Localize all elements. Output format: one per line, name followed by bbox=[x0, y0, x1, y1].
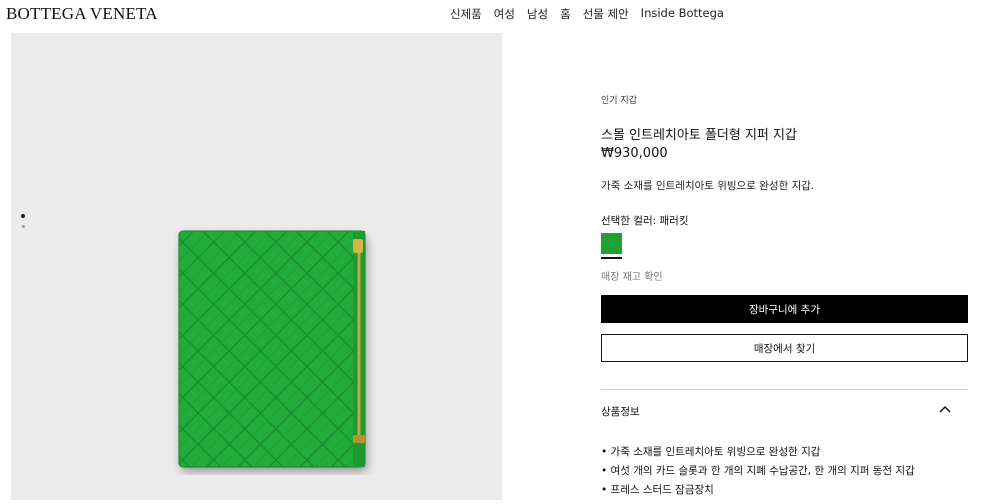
product-category[interactable]: 인기 지갑 bbox=[601, 93, 637, 106]
swatch-selected-indicator bbox=[601, 257, 622, 259]
detail-item: • 가죽 소재를 인트레치아토 위빙으로 완성한 지갑 bbox=[601, 446, 821, 458]
gallery-dot-1[interactable] bbox=[21, 214, 25, 218]
product-title: 스몰 인트레치아토 폴더형 지퍼 지갑 bbox=[601, 128, 797, 143]
nav-item-women[interactable]: 여성 bbox=[494, 6, 515, 22]
brand-logo[interactable]: BOTTEGA VENETA bbox=[6, 4, 158, 24]
section-divider bbox=[601, 389, 968, 390]
selected-color-label: 선택한 컬러: 패러킷 bbox=[601, 215, 689, 227]
check-store-stock-link[interactable]: 매장 재고 확인 bbox=[601, 268, 663, 283]
add-to-cart-button[interactable]: 장바구니에 추가 bbox=[601, 295, 968, 323]
nav-item-men[interactable]: 남성 bbox=[527, 6, 548, 22]
chevron-up-icon[interactable] bbox=[938, 403, 952, 415]
detail-item: • 프레스 스터드 잠금장치 bbox=[601, 484, 714, 496]
nav-item-new[interactable]: 신제품 bbox=[450, 6, 482, 22]
nav-item-home[interactable]: 홈 bbox=[560, 6, 571, 22]
product-details-toggle[interactable]: 상품정보 bbox=[601, 404, 640, 419]
product-price: ₩930,000 bbox=[601, 146, 668, 161]
nav-item-gifts[interactable]: 선물 제안 bbox=[583, 6, 629, 22]
find-in-store-button[interactable]: 매장에서 찾기 bbox=[601, 334, 968, 362]
wallet-product-image bbox=[178, 230, 366, 468]
detail-item: • 여섯 개의 카드 슬롯과 한 개의 지폐 수납공간, 한 개의 지퍼 동전 … bbox=[601, 465, 915, 477]
color-swatch-parakeet[interactable] bbox=[601, 233, 622, 254]
product-description: 가죽 소재를 인트레치아토 위빙으로 완성한 지갑. bbox=[601, 180, 815, 192]
product-image-gallery[interactable] bbox=[11, 33, 502, 500]
gallery-dot-2[interactable] bbox=[21, 225, 25, 228]
main-nav: 신제품 여성 남성 홈 선물 제안 Inside Bottega bbox=[450, 6, 724, 22]
product-details-list: • 가죽 소재를 인트레치아토 위빙으로 완성한 지갑 • 여섯 개의 카드 슬… bbox=[601, 443, 915, 500]
nav-item-inside-bottega[interactable]: Inside Bottega bbox=[641, 6, 724, 22]
gallery-pagination bbox=[21, 214, 25, 228]
